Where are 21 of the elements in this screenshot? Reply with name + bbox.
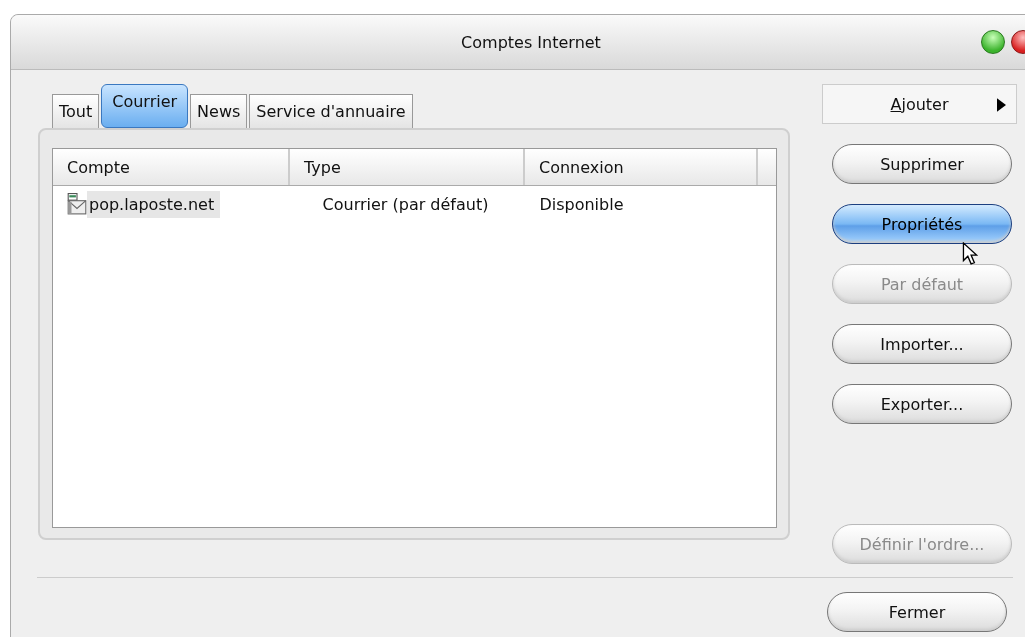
tab[interactable]: Service d'annuaire bbox=[249, 94, 413, 128]
button[interactable]: Importer... bbox=[832, 324, 1012, 364]
column-header[interactable]: Compte bbox=[53, 149, 290, 185]
tab[interactable]: Tout bbox=[52, 94, 100, 128]
mail-account-icon bbox=[67, 193, 87, 215]
table-cell-text: Disponible bbox=[538, 193, 625, 216]
button[interactable]: Supprimer bbox=[832, 144, 1012, 184]
button[interactable]: Exporter... bbox=[832, 384, 1012, 424]
window-title: Comptes Internet bbox=[461, 32, 601, 52]
table-cell-text: Courrier (par défaut) bbox=[321, 193, 490, 216]
tab[interactable]: Courrier bbox=[101, 84, 189, 128]
mouse-pointer-icon bbox=[962, 242, 978, 266]
tab[interactable]: News bbox=[190, 94, 248, 128]
submenu-arrow-icon bbox=[997, 98, 1006, 112]
column-header[interactable]: Type bbox=[290, 149, 525, 185]
zoom-button[interactable] bbox=[981, 30, 1005, 54]
table-cell[interactable]: pop.laposte.net bbox=[87, 190, 221, 218]
button[interactable]: Fermer bbox=[827, 592, 1007, 632]
button[interactable]: Propriétés bbox=[832, 204, 1012, 244]
column-header[interactable]: Connexion bbox=[525, 149, 758, 185]
menu-button[interactable]: Ajouter bbox=[822, 84, 1017, 124]
